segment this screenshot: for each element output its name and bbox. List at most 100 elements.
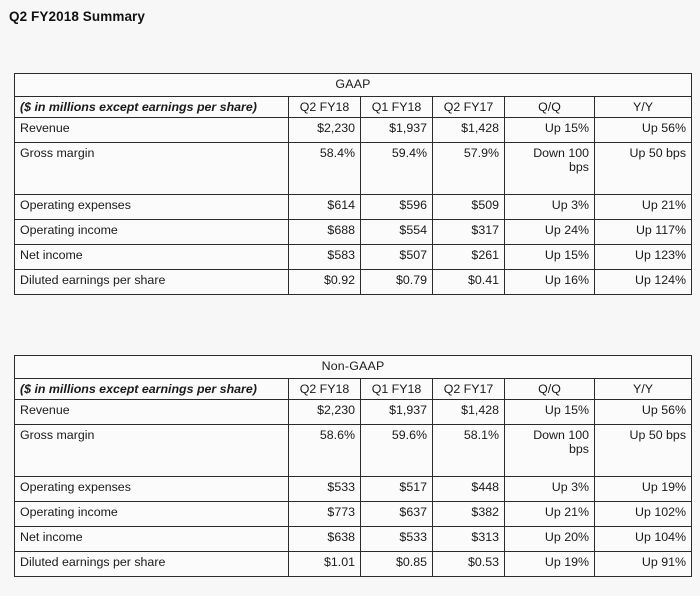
gaap-eps-q2fy17: $0.41	[432, 269, 505, 295]
non-gaap-row-label-operating-expenses: Operating expenses	[14, 476, 289, 502]
non-gaap-revenue-q2fy17: $1,428	[432, 399, 505, 425]
non-gaap-gross-margin-yy: Up 50 bps	[593, 424, 693, 477]
non-gaap-col-header-q2fy17: Q2 FY17	[432, 378, 505, 400]
table-row: Diluted earnings per share $0.92 $0.79 $…	[14, 269, 693, 295]
non-gaap-row-label-revenue: Revenue	[14, 399, 289, 425]
non-gaap-section-title-row: Non-GAAP	[13, 355, 693, 379]
non-gaap-opinc-qq: Up 21%	[504, 501, 595, 527]
gaap-gross-margin-yy: Up 50 bps	[593, 142, 693, 195]
non-gaap-revenue-yy: Up 56%	[593, 399, 693, 425]
gaap-revenue-yy: Up 56%	[593, 117, 693, 143]
gaap-col-header-q2fy17: Q2 FY17	[432, 96, 505, 118]
gaap-opex-qq: Up 3%	[504, 194, 595, 220]
page-title: Q2 FY2018 Summary	[9, 9, 146, 24]
gaap-col-header-q1fy18: Q1 FY18	[360, 96, 433, 118]
gaap-eps-q2fy18: $0.92	[288, 269, 361, 295]
gaap-section-title: GAAP	[13, 73, 693, 97]
table-row: Diluted earnings per share $1.01 $0.85 $…	[14, 551, 693, 577]
gaap-revenue-q2fy18: $2,230	[288, 117, 361, 143]
gaap-row-label-diluted-eps: Diluted earnings per share	[14, 269, 289, 295]
gaap-eps-yy: Up 124%	[593, 269, 693, 295]
gaap-opex-q2fy18: $614	[288, 194, 361, 220]
table-row: Operating expenses $614 $596 $509 Up 3% …	[14, 194, 693, 220]
table-row: Gross margin 58.6% 59.6% 58.1% Down 100 …	[14, 424, 693, 477]
non-gaap-netinc-q2fy17: $313	[432, 526, 505, 552]
gaap-netinc-qq: Up 15%	[504, 244, 595, 270]
non-gaap-col-header-q2fy18: Q2 FY18	[288, 378, 361, 400]
non-gaap-row-label-operating-income: Operating income	[14, 501, 289, 527]
non-gaap-netinc-q1fy18: $533	[360, 526, 433, 552]
non-gaap-column-header-row: ($ in millions except earnings per share…	[14, 378, 693, 400]
gaap-netinc-q2fy18: $583	[288, 244, 361, 270]
non-gaap-col-header-yy: Y/Y	[593, 378, 693, 400]
non-gaap-opex-q1fy18: $517	[360, 476, 433, 502]
gaap-row-label-gross-margin: Gross margin	[14, 142, 289, 195]
non-gaap-opinc-q2fy17: $382	[432, 501, 505, 527]
gaap-row-label-net-income: Net income	[14, 244, 289, 270]
gaap-netinc-q1fy18: $507	[360, 244, 433, 270]
gaap-gross-margin-q1fy18: 59.4%	[360, 142, 433, 195]
gaap-opinc-qq: Up 24%	[504, 219, 595, 245]
non-gaap-revenue-q2fy18: $2,230	[288, 399, 361, 425]
non-gaap-revenue-qq: Up 15%	[504, 399, 595, 425]
non-gaap-eps-qq: Up 19%	[504, 551, 595, 577]
non-gaap-row-label-diluted-eps: Diluted earnings per share	[14, 551, 289, 577]
gaap-col-header-yy: Y/Y	[593, 96, 693, 118]
non-gaap-summary-table: Non-GAAP ($ in millions except earnings …	[13, 355, 693, 577]
gaap-col-header-qq: Q/Q	[504, 96, 595, 118]
gaap-revenue-q2fy17: $1,428	[432, 117, 505, 143]
table-row: Net income $638 $533 $313 Up 20% Up 104%	[14, 526, 693, 552]
table-row: Revenue $2,230 $1,937 $1,428 Up 15% Up 5…	[14, 117, 693, 143]
non-gaap-gross-margin-q2fy18: 58.6%	[288, 424, 361, 477]
gaap-col-header-q2fy18: Q2 FY18	[288, 96, 361, 118]
non-gaap-netinc-qq: Up 20%	[504, 526, 595, 552]
non-gaap-label-header: ($ in millions except earnings per share…	[14, 378, 289, 400]
table-row: Operating expenses $533 $517 $448 Up 3% …	[14, 476, 693, 502]
table-row: Revenue $2,230 $1,937 $1,428 Up 15% Up 5…	[14, 399, 693, 425]
non-gaap-eps-q2fy18: $1.01	[288, 551, 361, 577]
non-gaap-row-label-gross-margin: Gross margin	[14, 424, 289, 477]
non-gaap-eps-q2fy17: $0.53	[432, 551, 505, 577]
gaap-revenue-q1fy18: $1,937	[360, 117, 433, 143]
non-gaap-eps-q1fy18: $0.85	[360, 551, 433, 577]
gaap-netinc-q2fy17: $261	[432, 244, 505, 270]
non-gaap-col-header-qq: Q/Q	[504, 378, 595, 400]
gaap-opinc-q2fy18: $688	[288, 219, 361, 245]
gaap-opinc-yy: Up 117%	[593, 219, 693, 245]
gaap-opex-q2fy17: $509	[432, 194, 505, 220]
gaap-revenue-qq: Up 15%	[504, 117, 595, 143]
gaap-label-header: ($ in millions except earnings per share…	[14, 96, 289, 118]
non-gaap-eps-yy: Up 91%	[593, 551, 693, 577]
gaap-opinc-q2fy17: $317	[432, 219, 505, 245]
table-row: Operating income $773 $637 $382 Up 21% U…	[14, 501, 693, 527]
non-gaap-opinc-q2fy18: $773	[288, 501, 361, 527]
gaap-column-header-row: ($ in millions except earnings per share…	[14, 96, 693, 118]
non-gaap-col-header-q1fy18: Q1 FY18	[360, 378, 433, 400]
non-gaap-gross-margin-q1fy18: 59.6%	[360, 424, 433, 477]
non-gaap-section-title: Non-GAAP	[13, 355, 693, 379]
gaap-opex-q1fy18: $596	[360, 194, 433, 220]
gaap-gross-margin-q2fy17: 57.9%	[432, 142, 505, 195]
summary-page: Q2 FY2018 Summary GAAP ($ in millions ex…	[0, 0, 700, 596]
gaap-row-label-revenue: Revenue	[14, 117, 289, 143]
non-gaap-row-label-net-income: Net income	[14, 526, 289, 552]
non-gaap-netinc-q2fy18: $638	[288, 526, 361, 552]
table-row: Net income $583 $507 $261 Up 15% Up 123%	[14, 244, 693, 270]
non-gaap-gross-margin-qq: Down 100 bps	[504, 424, 595, 477]
gaap-summary-table: GAAP ($ in millions except earnings per …	[13, 73, 693, 295]
non-gaap-opex-q2fy17: $448	[432, 476, 505, 502]
gaap-opinc-q1fy18: $554	[360, 219, 433, 245]
gaap-eps-qq: Up 16%	[504, 269, 595, 295]
non-gaap-opinc-yy: Up 102%	[593, 501, 693, 527]
gaap-opex-yy: Up 21%	[593, 194, 693, 220]
gaap-row-label-operating-expenses: Operating expenses	[14, 194, 289, 220]
non-gaap-opex-qq: Up 3%	[504, 476, 595, 502]
non-gaap-opex-yy: Up 19%	[593, 476, 693, 502]
gaap-section-title-row: GAAP	[13, 73, 693, 97]
non-gaap-netinc-yy: Up 104%	[593, 526, 693, 552]
non-gaap-opex-q2fy18: $533	[288, 476, 361, 502]
table-row: Operating income $688 $554 $317 Up 24% U…	[14, 219, 693, 245]
gaap-row-label-operating-income: Operating income	[14, 219, 289, 245]
non-gaap-gross-margin-q2fy17: 58.1%	[432, 424, 505, 477]
gaap-netinc-yy: Up 123%	[593, 244, 693, 270]
